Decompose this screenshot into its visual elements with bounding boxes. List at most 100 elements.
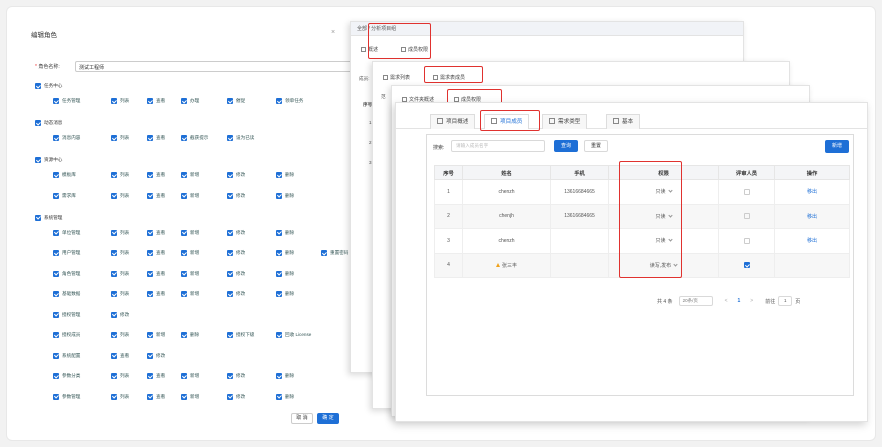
remove-link[interactable]: 移出 [807, 189, 817, 195]
prev-page-button[interactable]: < [725, 298, 728, 304]
permission-checkbox[interactable]: 删除 [276, 250, 294, 256]
permission-checkbox[interactable]: 修改 [147, 352, 165, 359]
permission-checkbox[interactable]: 查看 [147, 229, 165, 236]
permission-checkbox[interactable]: 列表 [111, 135, 129, 141]
permission-checkbox[interactable]: 回收 License [276, 332, 311, 338]
permission-checkbox[interactable]: 单位管理 [53, 229, 80, 236]
permission-checkbox[interactable]: 新增 [181, 291, 199, 297]
permission-checkbox[interactable]: 领单任务 [276, 98, 303, 104]
permission-checkbox[interactable]: 修改 [227, 393, 245, 400]
page-size-select[interactable]: 20条/页 [678, 296, 713, 306]
permission-checkbox[interactable]: 需求库 [53, 192, 76, 199]
permission-checkbox[interactable]: 用户管理 [53, 250, 80, 256]
reset-button[interactable]: 重置 [584, 140, 608, 152]
permission-checkbox[interactable]: 授权成员 [53, 332, 80, 338]
remove-link[interactable]: 移出 [807, 238, 817, 244]
permission-checkbox[interactable]: 查看 [147, 172, 165, 178]
reviewer-checkbox[interactable] [743, 237, 750, 244]
permission-checkbox[interactable]: 新增 [181, 250, 199, 256]
permission-checkbox[interactable]: 列表 [111, 172, 129, 178]
permission-checkbox[interactable]: 列表 [111, 373, 129, 379]
permission-checkbox[interactable]: 列表 [111, 393, 129, 400]
permission-group-checkbox[interactable]: 任务中心 [35, 83, 62, 89]
permission-checkbox[interactable]: 查看 [147, 250, 165, 256]
permission-checkbox[interactable]: 修改 [227, 270, 245, 277]
permission-checkbox[interactable]: 授权下级 [227, 332, 254, 338]
permission-checkbox[interactable]: 删除 [276, 229, 294, 236]
permission-checkbox[interactable]: 删除 [276, 291, 294, 297]
permission-checkbox[interactable]: 重置密码 [321, 250, 348, 256]
tab-requirement-type[interactable]: 需求类型 [542, 114, 588, 129]
reviewer-checkbox[interactable] [743, 188, 750, 195]
confirm-button[interactable]: 确 定 [317, 413, 339, 424]
permission-checkbox[interactable]: 删除 [276, 373, 294, 379]
permission-checkbox[interactable]: 参数管理 [53, 393, 80, 400]
search-input[interactable]: 请输入成员名字 [451, 140, 545, 152]
tab-basic[interactable]: 基本 [606, 114, 641, 129]
permission-checkbox[interactable]: 查看 [147, 291, 165, 297]
permission-checkbox[interactable]: 新增 [181, 192, 199, 199]
permission-checkbox[interactable]: 查看 [147, 270, 165, 277]
permission-checkbox[interactable]: 修改 [227, 373, 245, 379]
cancel-button[interactable]: 取 消 [291, 413, 313, 424]
permission-checkbox[interactable]: 修改 [227, 192, 245, 199]
permission-checkbox[interactable]: 删除 [276, 270, 294, 277]
remove-link[interactable]: 移出 [807, 214, 817, 220]
close-icon[interactable]: × [331, 29, 335, 36]
permission-checkbox[interactable]: 查看 [147, 98, 165, 104]
permission-checkbox[interactable]: 催促 [227, 98, 245, 104]
permission-checkbox[interactable]: 参数分类 [53, 373, 80, 379]
permission-checkbox[interactable]: 查看 [147, 373, 165, 379]
permission-checkbox[interactable]: 删除 [276, 172, 294, 178]
permission-checkbox[interactable]: 修改 [227, 172, 245, 178]
permission-checkbox[interactable]: 列表 [111, 229, 129, 236]
permission-checkbox[interactable]: 任务管理 [53, 98, 80, 104]
permission-checkbox[interactable]: 设为已读 [227, 135, 254, 141]
tab-requirement-list[interactable]: 需求列表 [379, 72, 416, 84]
permission-checkbox[interactable]: 模板库 [53, 172, 76, 178]
permission-checkbox[interactable]: 删除 [181, 332, 199, 338]
query-button[interactable]: 查询 [554, 140, 578, 152]
permission-checkbox[interactable]: 消息内容 [53, 135, 80, 141]
tab-project-overview[interactable]: 项目概述 [430, 114, 476, 129]
permission-checkbox[interactable]: 修改 [227, 291, 245, 297]
checkbox-icon [276, 393, 282, 400]
role-name-input[interactable]: 测试工程师 5/20 [75, 61, 363, 72]
new-button[interactable]: 新增 [825, 140, 849, 153]
permission-checkbox[interactable]: 修改 [227, 229, 245, 236]
permission-checkbox[interactable]: 修改 [227, 250, 245, 256]
permission-checkbox[interactable]: 列表 [111, 270, 129, 277]
goto-input[interactable]: 1 [778, 296, 793, 306]
permission-checkbox[interactable]: 列表 [111, 250, 129, 256]
permission-checkbox[interactable]: 新增 [181, 172, 199, 178]
reviewer-checkbox[interactable] [743, 262, 750, 269]
permission-checkbox[interactable]: 查看 [147, 393, 165, 400]
permission-checkbox[interactable]: 基础数据 [53, 291, 80, 297]
permission-checkbox[interactable]: 查看 [147, 135, 165, 141]
permission-checkbox[interactable]: 办理 [181, 98, 199, 104]
permission-checkbox[interactable]: 删除 [276, 192, 294, 199]
reviewer-checkbox[interactable] [743, 213, 750, 220]
page-number[interactable]: 1 [737, 298, 740, 304]
permission-checkbox[interactable]: 列表 [111, 192, 129, 199]
permission-checkbox[interactable]: 新增 [181, 270, 199, 277]
permission-group-checkbox[interactable]: 资源中心 [35, 157, 62, 163]
permission-checkbox[interactable]: 查看 [111, 352, 129, 359]
permission-checkbox[interactable]: 列表 [111, 98, 129, 104]
permission-checkbox[interactable]: 列表 [111, 291, 129, 297]
permission-checkbox[interactable]: 新增 [147, 332, 165, 338]
permission-checkbox[interactable]: 新增 [181, 229, 199, 236]
permission-checkbox[interactable]: 修改 [111, 311, 129, 318]
permission-checkbox[interactable]: 角色管理 [53, 270, 80, 277]
permission-checkbox[interactable]: 删除 [276, 393, 294, 400]
permission-checkbox[interactable]: 系统配置 [53, 352, 80, 359]
permission-group-checkbox[interactable]: 动态消息 [35, 120, 62, 126]
permission-checkbox[interactable]: 截获提示 [181, 135, 208, 141]
next-page-button[interactable]: > [750, 298, 753, 304]
permission-checkbox[interactable]: 授权管理 [53, 311, 80, 318]
permission-checkbox[interactable]: 新增 [181, 373, 199, 379]
permission-group-checkbox[interactable]: 系统管理 [35, 214, 62, 221]
permission-checkbox[interactable]: 列表 [111, 332, 129, 338]
permission-checkbox[interactable]: 新增 [181, 393, 199, 400]
permission-checkbox[interactable]: 查看 [147, 192, 165, 199]
